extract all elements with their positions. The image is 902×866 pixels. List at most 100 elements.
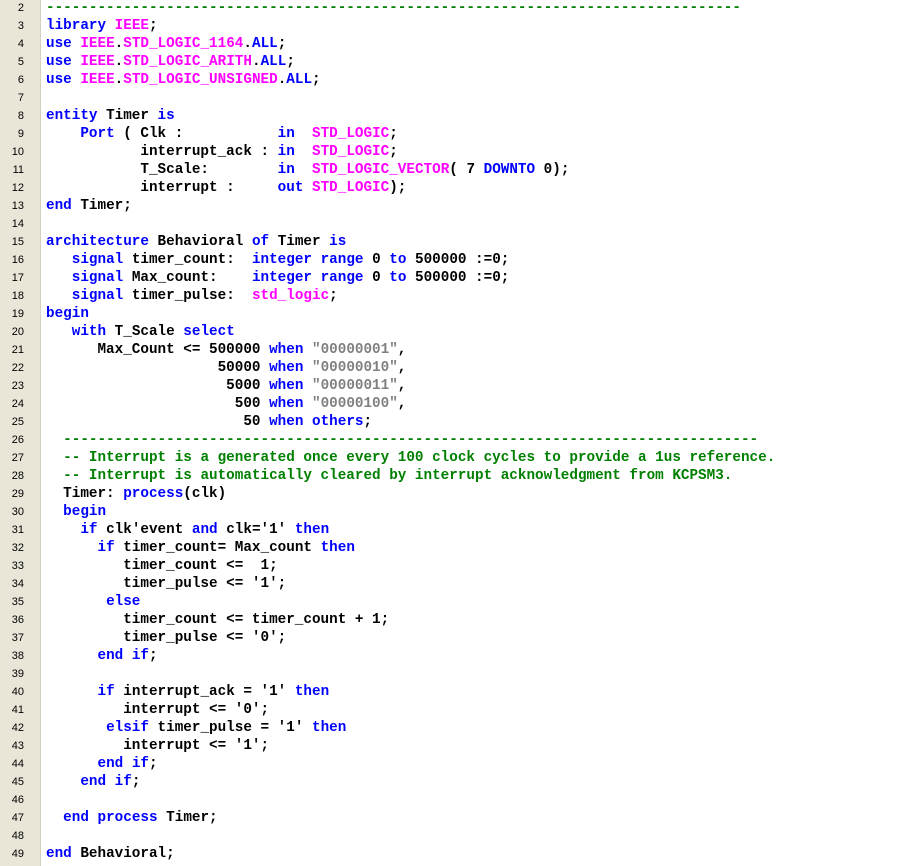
type-token: STD_LOGIC: [312, 144, 390, 160]
code-token: clk='1': [217, 522, 295, 538]
code-token: Timer:: [46, 486, 124, 502]
code-line[interactable]: [46, 665, 902, 683]
type-token: IEEE: [80, 36, 115, 52]
code-line[interactable]: [46, 791, 902, 809]
code-line[interactable]: use IEEE.STD_LOGIC_ARITH.ALL;: [46, 53, 902, 71]
code-line[interactable]: 50000 when "00000010",: [46, 359, 902, 377]
keyword-token: is: [329, 234, 347, 250]
comment-token: -- Interrupt is automatically cleared by…: [63, 468, 733, 484]
code-line[interactable]: begin: [46, 305, 902, 323]
keyword-token: others: [312, 414, 364, 430]
code-line[interactable]: begin: [46, 503, 902, 521]
code-line[interactable]: timer_count <= 1;: [46, 557, 902, 575]
code-line[interactable]: interrupt : out STD_LOGIC);: [46, 179, 902, 197]
code-token: 5000: [46, 378, 270, 394]
code-token: ,: [397, 396, 407, 412]
line-number: 40: [11, 686, 24, 698]
line-number: 6: [17, 74, 24, 86]
code-line[interactable]: ----------------------------------------…: [46, 0, 902, 17]
code-line[interactable]: [46, 89, 902, 107]
code-token: 0);: [535, 162, 570, 178]
code-line[interactable]: end Timer;: [46, 197, 902, 215]
code-line[interactable]: end if;: [46, 647, 902, 665]
keyword-token: select: [183, 324, 235, 340]
code-line[interactable]: 50 when others;: [46, 413, 902, 431]
keyword-token: then: [311, 720, 347, 736]
code-line[interactable]: -- Interrupt is a generated once every 1…: [46, 449, 902, 467]
code-line[interactable]: end process Timer;: [46, 809, 902, 827]
line-number: 38: [11, 650, 24, 662]
string-token: "00000100": [312, 396, 398, 412]
code-line[interactable]: [46, 827, 902, 845]
line-number: 14: [11, 218, 24, 230]
line-number: 22: [11, 362, 24, 374]
code-line[interactable]: if clk'event and clk='1' then: [46, 521, 902, 539]
code-line[interactable]: signal Max_count: integer range 0 to 500…: [46, 269, 902, 287]
line-number: 2: [17, 2, 24, 14]
code-line[interactable]: end if;: [46, 755, 902, 773]
code-line[interactable]: timer_count <= timer_count + 1;: [46, 611, 902, 629]
keyword-token: begin: [63, 504, 107, 520]
code-line[interactable]: interrupt <= '1';: [46, 737, 902, 755]
keyword-token: integer: [251, 252, 312, 268]
code-line[interactable]: architecture Behavioral of Timer is: [46, 233, 902, 251]
keyword-token: end: [46, 846, 72, 862]
type-token: std_logic: [251, 288, 330, 304]
keyword-token: use: [46, 36, 72, 52]
keyword-token: end: [63, 810, 89, 826]
code-line[interactable]: T_Scale: in STD_LOGIC_VECTOR( 7 DOWNTO 0…: [46, 161, 902, 179]
code-line[interactable]: ----------------------------------------…: [46, 431, 902, 449]
code-line[interactable]: end if;: [46, 773, 902, 791]
code-line[interactable]: signal timer_count: integer range 0 to 5…: [46, 251, 902, 269]
code-line[interactable]: elsif timer_pulse = '1' then: [46, 719, 902, 737]
code-line[interactable]: timer_pulse <= '1';: [46, 575, 902, 593]
code-line[interactable]: interrupt_ack : in STD_LOGIC;: [46, 143, 902, 161]
type-token: STD_LOGIC: [312, 126, 390, 142]
code-editor[interactable]: 2 3 4 5 6 7 8 9 10 11 12 13 14 15 16 17 18 19 20 21 22 23 24 25…: [0, 0, 902, 866]
code-token: interrupt :: [46, 180, 278, 196]
code-line[interactable]: 5000 when "00000011",: [46, 377, 902, 395]
code-token: Timer: [269, 234, 330, 250]
keyword-token: signal: [71, 270, 124, 286]
line-number: 9: [17, 128, 24, 140]
code-line[interactable]: Timer: process(clk): [46, 485, 902, 503]
code-line[interactable]: entity Timer is: [46, 107, 902, 125]
code-line[interactable]: else: [46, 593, 902, 611]
code-line[interactable]: use IEEE.STD_LOGIC_1164.ALL;: [46, 35, 902, 53]
code-line[interactable]: -- Interrupt is automatically cleared by…: [46, 467, 902, 485]
code-line[interactable]: signal timer_pulse: std_logic;: [46, 287, 902, 305]
line-number: 32: [11, 542, 24, 554]
code-line[interactable]: [46, 215, 902, 233]
keyword-token: process: [97, 810, 158, 826]
string-token: "00000001": [312, 342, 398, 358]
code-token: timer_count <= 1;: [46, 558, 278, 574]
code-line[interactable]: library IEEE;: [46, 17, 902, 35]
code-line[interactable]: use IEEE.STD_LOGIC_UNSIGNED.ALL;: [46, 71, 902, 89]
keyword-token: end: [97, 756, 124, 772]
code-token: ;: [148, 18, 158, 34]
code-line[interactable]: interrupt <= '0';: [46, 701, 902, 719]
line-number: 25: [11, 416, 24, 428]
line-number: 8: [17, 110, 24, 122]
code-line[interactable]: end Behavioral;: [46, 845, 902, 863]
code-line[interactable]: if interrupt_ack = '1' then: [46, 683, 902, 701]
code-area[interactable]: ----------------------------------------…: [46, 0, 902, 863]
keyword-token: in: [277, 162, 295, 178]
line-number: 24: [11, 398, 24, 410]
code-line[interactable]: 500 when "00000100",: [46, 395, 902, 413]
line-number: 31: [11, 524, 24, 536]
code-line[interactable]: timer_pulse <= '0';: [46, 629, 902, 647]
code-line[interactable]: Max_Count <= 500000 when "00000001",: [46, 341, 902, 359]
code-line[interactable]: Port ( Clk : in STD_LOGIC;: [46, 125, 902, 143]
code-line[interactable]: with T_Scale select: [46, 323, 902, 341]
code-line[interactable]: if timer_count= Max_count then: [46, 539, 902, 557]
code-token: Max_Count <= 500000: [46, 342, 270, 358]
